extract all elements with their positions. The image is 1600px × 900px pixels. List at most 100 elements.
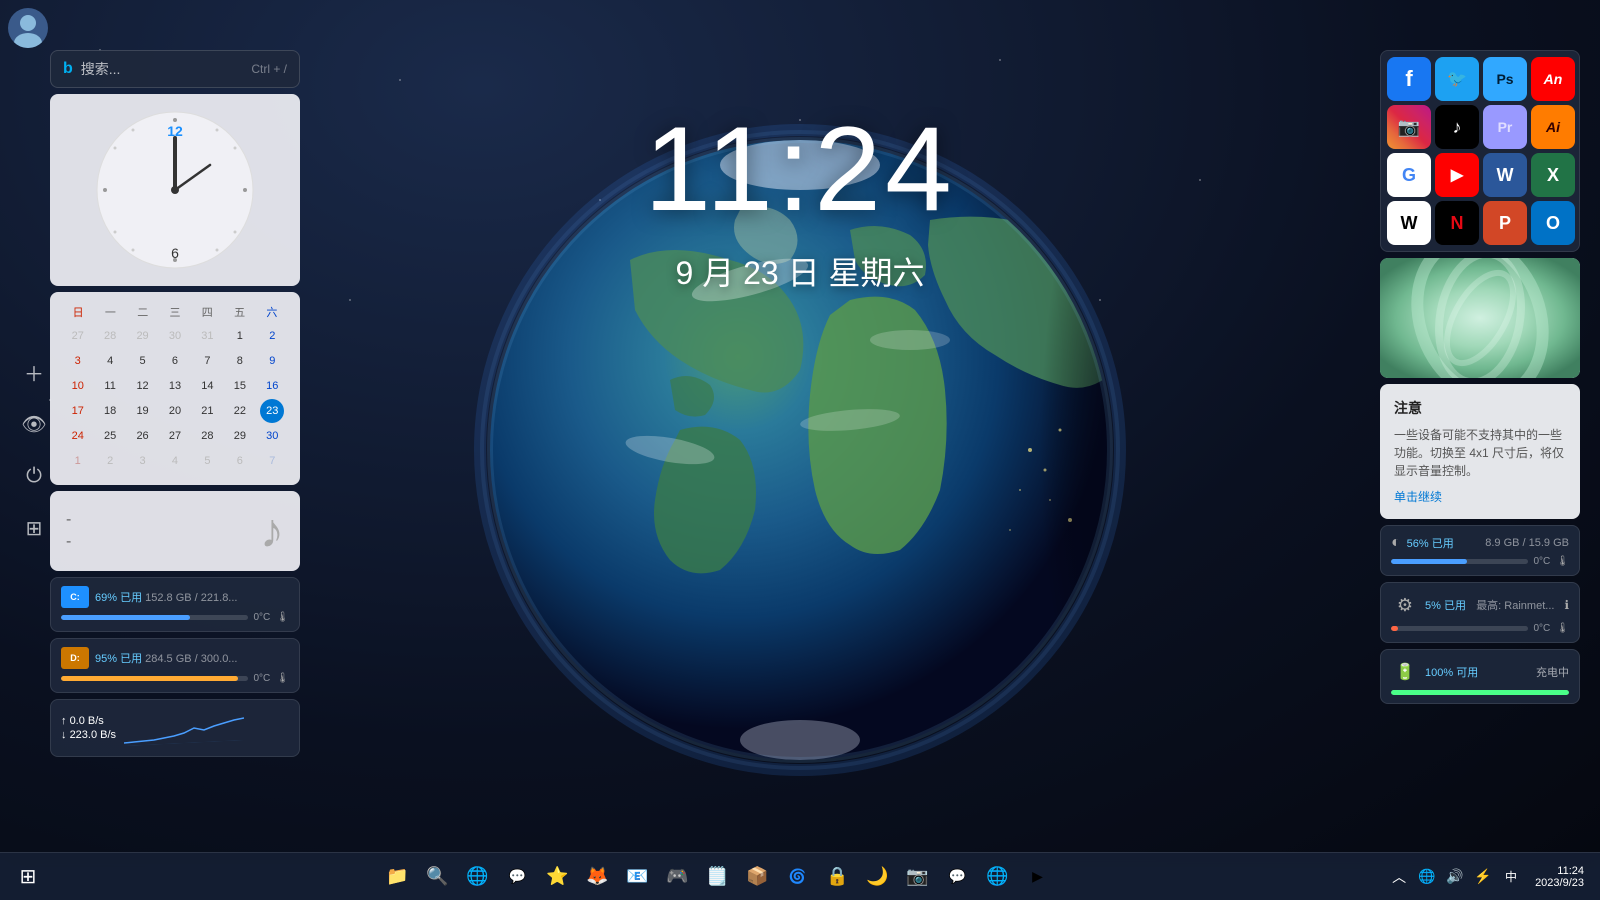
tiktok-app[interactable]: ♪ — [1435, 105, 1479, 149]
cal-day[interactable]: 22 — [228, 399, 252, 423]
taskbar-globe[interactable]: 🌐 — [980, 859, 1016, 895]
cal-day[interactable]: 9 — [260, 349, 284, 373]
taskbar-chat[interactable]: 💬 — [500, 859, 536, 895]
taskbar-note[interactable]: 🗒️ — [700, 859, 736, 895]
cal-day[interactable]: 13 — [163, 374, 187, 398]
cal-day[interactable]: 4 — [163, 449, 187, 473]
word-app[interactable]: W — [1483, 153, 1527, 197]
cal-day[interactable]: 15 — [228, 374, 252, 398]
taskbar-mail[interactable]: 📧 — [620, 859, 656, 895]
illustrator-app[interactable]: Ai — [1531, 105, 1575, 149]
instagram-app[interactable]: 📷 — [1387, 105, 1431, 149]
taskbar-moon[interactable]: 🌙 — [860, 859, 896, 895]
cal-day[interactable]: 1 — [228, 324, 252, 348]
taskbar-lock[interactable]: 🔒 — [820, 859, 856, 895]
cal-day[interactable]: 17 — [66, 399, 90, 423]
google-app[interactable]: G — [1387, 153, 1431, 197]
taskbar-msg[interactable]: 💬 — [940, 859, 976, 895]
cal-day[interactable]: 6 — [228, 449, 252, 473]
taskbar-pkg[interactable]: 📦 — [740, 859, 776, 895]
cal-day[interactable]: 30 — [260, 424, 284, 448]
cpu-temp: 0°C — [1534, 623, 1551, 634]
outlook-app[interactable]: O — [1531, 201, 1575, 245]
facebook-app[interactable]: f — [1387, 57, 1431, 101]
search-bar[interactable]: b 搜索... Ctrl + / — [50, 50, 300, 88]
cal-day[interactable]: 4 — [98, 349, 122, 373]
cal-today[interactable]: 23 — [260, 399, 284, 423]
tray-battery[interactable]: ⚡ — [1471, 865, 1495, 889]
cal-day[interactable]: 30 — [163, 324, 187, 348]
cal-day[interactable]: 11 — [98, 374, 122, 398]
taskbar-fileexplorer[interactable]: 📁 — [380, 859, 416, 895]
excel-app[interactable]: X — [1531, 153, 1575, 197]
power-button[interactable]: ⏻ — [16, 458, 52, 494]
windows-button[interactable]: ⊞ — [16, 510, 52, 546]
premiere-app[interactable]: Pr — [1483, 105, 1527, 149]
cal-day[interactable]: 26 — [131, 424, 155, 448]
cal-day[interactable]: 7 — [195, 349, 219, 373]
cal-day[interactable]: 3 — [131, 449, 155, 473]
cal-day[interactable]: 28 — [195, 424, 219, 448]
taskbar-camera[interactable]: 📷 — [900, 859, 936, 895]
cal-day[interactable]: 7 — [260, 449, 284, 473]
cal-day[interactable]: 8 — [228, 349, 252, 373]
twitter-app[interactable]: 🐦 — [1435, 57, 1479, 101]
cal-day[interactable]: 14 — [195, 374, 219, 398]
cal-day[interactable]: 25 — [98, 424, 122, 448]
taskbar-firefox[interactable]: 🦊 — [580, 859, 616, 895]
user-avatar[interactable] — [8, 8, 48, 48]
cal-day[interactable]: 24 — [66, 424, 90, 448]
cal-day[interactable]: 6 — [163, 349, 187, 373]
taskbar-search[interactable]: 🔍 — [420, 859, 456, 895]
disk-d-bar-fill — [61, 676, 238, 681]
cal-day[interactable]: 29 — [228, 424, 252, 448]
disk-d-row: D: 95% 已用 284.5 GB / 300.0... — [61, 647, 289, 669]
cal-day[interactable]: 5 — [131, 349, 155, 373]
calendar-widget: 日 一 二 三 四 五 六 27 28 29 30 31 1 2 3 4 5 6… — [50, 292, 300, 485]
cpu-info-icon[interactable]: ℹ — [1564, 598, 1569, 612]
wikipedia-app[interactable]: W — [1387, 201, 1431, 245]
add-widget-button[interactable]: ＋ — [16, 354, 52, 390]
cal-day[interactable]: 28 — [98, 324, 122, 348]
taskbar-special1[interactable]: 🌀 — [780, 859, 816, 895]
taskbar-terminal[interactable]: ▶ — [1020, 859, 1056, 895]
tray-ime[interactable]: 中 — [1499, 865, 1523, 889]
notice-link[interactable]: 单击继续 — [1394, 488, 1566, 505]
tray-network[interactable]: 🌐 — [1415, 865, 1439, 889]
notice-text: 一些设备可能不支持其中的一些功能。切换至 4x1 尺寸后，将仅显示音量控制。 — [1394, 426, 1566, 480]
taskbar-star[interactable]: ⭐ — [540, 859, 576, 895]
cal-day[interactable]: 18 — [98, 399, 122, 423]
cal-day[interactable]: 12 — [131, 374, 155, 398]
wallpaper-preview[interactable] — [1380, 258, 1580, 378]
eye-button[interactable]: 👁 — [16, 406, 52, 442]
powerpoint-app[interactable]: P — [1483, 201, 1527, 245]
cal-day[interactable]: 21 — [195, 399, 219, 423]
cal-day[interactable]: 2 — [260, 324, 284, 348]
cal-day[interactable]: 16 — [260, 374, 284, 398]
cal-day[interactable]: 10 — [66, 374, 90, 398]
disk-c-temp: 0°C — [254, 612, 271, 623]
cal-day[interactable]: 20 — [163, 399, 187, 423]
cal-day[interactable]: 19 — [131, 399, 155, 423]
cal-day[interactable]: 5 — [195, 449, 219, 473]
taskbar-edge-circle[interactable]: 🌐 — [460, 859, 496, 895]
app-grid: f 🐦 Ps An 📷 ♪ Pr Ai G ▶ W X W N P O — [1380, 50, 1580, 252]
cal-day[interactable]: 3 — [66, 349, 90, 373]
animate-app[interactable]: An — [1531, 57, 1575, 101]
netflix-app[interactable]: N — [1435, 201, 1479, 245]
cal-day[interactable]: 27 — [163, 424, 187, 448]
tray-chevron[interactable]: ︿ — [1387, 865, 1411, 889]
tray-sound[interactable]: 🔊 — [1443, 865, 1467, 889]
photoshop-app[interactable]: Ps — [1483, 57, 1527, 101]
cal-day[interactable]: 31 — [195, 324, 219, 348]
start-button[interactable]: ⊞ — [8, 857, 48, 897]
music-title: - — [66, 511, 71, 529]
bing-icon: b — [63, 60, 73, 78]
youtube-app[interactable]: ▶ — [1435, 153, 1479, 197]
tray-time[interactable]: 11:24 2023/9/23 — [1527, 865, 1592, 889]
cal-day[interactable]: 29 — [131, 324, 155, 348]
taskbar-game[interactable]: 🎮 — [660, 859, 696, 895]
cal-day[interactable]: 2 — [98, 449, 122, 473]
cal-day[interactable]: 27 — [66, 324, 90, 348]
cal-day[interactable]: 1 — [66, 449, 90, 473]
